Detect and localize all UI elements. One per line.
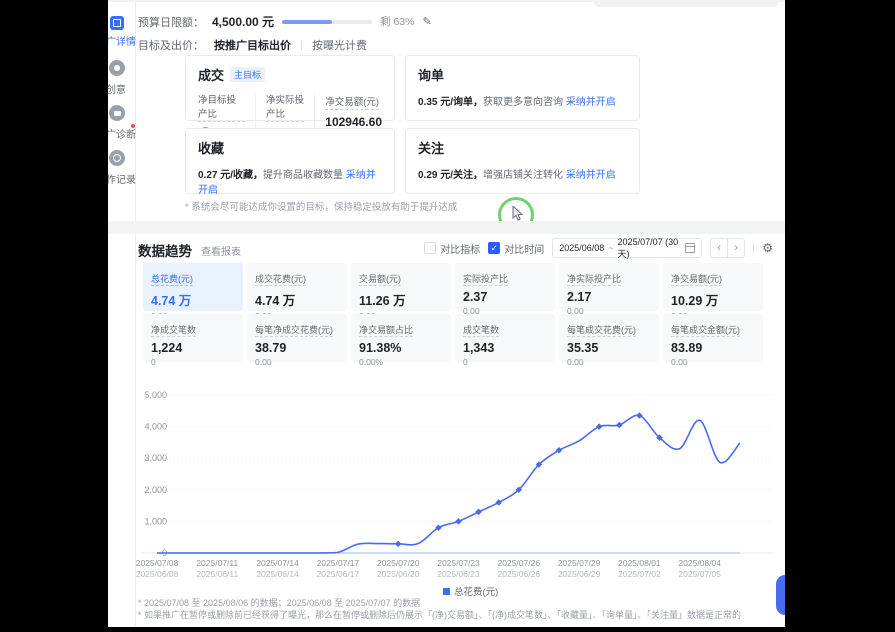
budget-progress-fill (282, 20, 332, 24)
checkbox-icon[interactable]: ✓ (488, 242, 500, 254)
goal-footnote: * 系统会尽可能达成你设置的目标，保持稳定投放有助于提升达成 (185, 199, 457, 213)
svg-text:2025/06/26: 2025/06/26 (498, 569, 541, 579)
metric-card-net-roi[interactable]: 净实际投产比2.170.00 (559, 263, 659, 311)
ad-detail-window: 推广详情 推广创意 推广诊断 操作记录 预算日限额： 4,500.00 元 剩 … (108, 0, 785, 627)
svg-text:2,000: 2,000 (144, 485, 167, 495)
sidebar: 推广详情 推广创意 推广诊断 操作记录 (108, 2, 136, 627)
adopt-enable-link[interactable]: 采纳并开启 (566, 97, 616, 108)
follow-card-title: 关注 (418, 138, 444, 157)
svg-text:2025/06/29: 2025/06/29 (558, 569, 601, 579)
sidebar-item-label: 推广创意 (108, 81, 126, 96)
compare-metric-checkbox[interactable]: ✓ 对比指标 (424, 241, 480, 256)
sidebar-item-label: 推广诊断 (108, 126, 136, 141)
svg-text:1,000: 1,000 (144, 516, 167, 526)
svg-text:2025/07/20: 2025/07/20 (377, 558, 420, 568)
goal-label: 目标及出价： (138, 37, 204, 53)
metric-card-net-gmv-ratio[interactable]: 净交易额占比91.38%0.00% (351, 314, 451, 362)
svg-text:2025/07/08: 2025/07/08 (136, 558, 179, 568)
svg-text:2025/07/23: 2025/07/23 (437, 558, 480, 568)
compare-time-checkbox[interactable]: ✓ 对比时间 (488, 241, 544, 256)
svg-text:总花费(元): 总花费(元) (454, 586, 498, 598)
svg-text:2025/06/20: 2025/06/20 (377, 569, 420, 579)
deal-card-title: 成交 (198, 65, 224, 84)
budget-remaining: 剩 63% (380, 14, 414, 29)
sidebar-item-label: 推广详情 (108, 33, 136, 48)
svg-text:2025/07/26: 2025/07/26 (498, 558, 541, 568)
tab-bid-by-impression[interactable]: 按曝光计费 (312, 37, 367, 53)
calendar-icon (685, 243, 695, 253)
goal-card-favorite: 收藏 0.27 元/收藏，提升商品收藏数量 采纳并开启 (185, 128, 395, 194)
metric-card-orders[interactable]: 成交笔数1,3430 (455, 314, 555, 362)
view-report-link[interactable]: 查看报表 (201, 243, 241, 258)
metric-row-1: 总花费(元)4.74 万0.00 成交花费(元)4.74 万0.00 交易额(元… (143, 263, 763, 311)
metric-card-net-orders[interactable]: 净成交笔数1,2240 (143, 314, 243, 362)
svg-text:2025/07/29: 2025/07/29 (558, 558, 601, 568)
next-period-button[interactable]: › (727, 239, 744, 257)
svg-text:2025/07/02: 2025/07/02 (618, 569, 661, 579)
svg-text:2025/07/17: 2025/07/17 (317, 558, 360, 568)
svg-text:2025/07/05: 2025/07/05 (678, 569, 721, 579)
camera-icon (109, 105, 125, 121)
checkbox-icon[interactable]: ✓ (424, 242, 436, 254)
metric-card-amount-per-order[interactable]: 每笔成交金额(元)83.890.00 (663, 314, 763, 362)
trend-section-title: 数据趋势 (138, 240, 192, 260)
sidebar-item-label: 操作记录 (108, 171, 136, 186)
tab-bid-by-goal[interactable]: 按推广目标出价 (214, 37, 291, 53)
goal-card-follow: 关注 0.29 元/关注，增强店铺关注转化 采纳并开启 (405, 128, 640, 194)
budget-label: 预算日限额： (138, 14, 204, 30)
date-range-picker[interactable]: 2025/06/08 ~ 2025/07/07 (30天) (552, 238, 702, 258)
metric-row-2: 净成交笔数1,2240 每笔净成交花费(元)38.790.00 净交易额占比91… (143, 314, 763, 362)
goal-card-inquiry: 询单 0.35 元/询单，获取更多意向咨询 采纳并开启 (405, 55, 640, 121)
daily-budget-row: 预算日限额： 4,500.00 元 剩 63% ✎ (138, 13, 432, 30)
clock-icon (109, 150, 125, 166)
adopt-enable-link[interactable]: 采纳并开启 (566, 170, 616, 181)
date-end: 2025/07/07 (30天) (618, 237, 682, 260)
inquiry-card-title: 询单 (418, 65, 444, 84)
chart-canvas: 01,0002,0003,0004,0005,0002025/07/082025… (133, 383, 778, 601)
favorite-card-title: 收藏 (198, 138, 224, 157)
gear-icon[interactable]: ⚙ (762, 241, 773, 255)
svg-text:2025/06/23: 2025/06/23 (437, 569, 480, 579)
date-nav: ‹ › (710, 238, 745, 258)
svg-text:2025/06/11: 2025/06/11 (196, 569, 238, 579)
section-divider (108, 221, 785, 234)
goal-card-deal: 成交 主目标 净目标投产比i 2.45 ✎ 净实际投产比 2.17 净交易额(元… (185, 55, 395, 121)
top-right-cut-panel (594, 0, 779, 7)
goal-bid-row: 目标及出价： 按推广目标出价 按曝光计费 (138, 37, 367, 53)
idea-icon (109, 60, 125, 76)
svg-text:2025/06/08: 2025/06/08 (136, 569, 179, 579)
budget-amount: 4,500.00 元 (212, 13, 274, 30)
svg-text:2025/06/14: 2025/06/14 (256, 569, 299, 579)
svg-text:2025/07/11: 2025/07/11 (196, 558, 238, 568)
date-separator: ~ (608, 243, 613, 253)
metric-card-net-gmv[interactable]: 净交易额(元)10.29 万0.00 (663, 263, 763, 311)
svg-text:2025/07/14: 2025/07/14 (256, 558, 299, 568)
detail-icon (110, 16, 124, 30)
primary-goal-badge: 主目标 (230, 67, 265, 82)
mouse-cursor-icon (512, 206, 524, 222)
metric-card-gmv[interactable]: 交易额(元)11.26 万0.00 (351, 263, 451, 311)
svg-text:4,000: 4,000 (144, 422, 167, 432)
notification-dot (131, 124, 135, 128)
prev-period-button[interactable]: ‹ (711, 239, 727, 257)
budget-progress-bar (282, 20, 372, 24)
metric-card-roi[interactable]: 实际投产比2.370.00 (455, 263, 555, 311)
controls-divider (753, 243, 754, 253)
svg-text:2025/08/01: 2025/08/01 (618, 558, 661, 568)
floating-side-button[interactable] (776, 575, 785, 615)
screen: 推广详情 推广创意 推广诊断 操作记录 预算日限额： 4,500.00 元 剩 … (0, 0, 895, 632)
svg-text:2025/08/04: 2025/08/04 (678, 558, 721, 568)
metric-card-cost-per-net-order[interactable]: 每笔净成交花费(元)38.790.00 (247, 314, 347, 362)
svg-text:5,000: 5,000 (144, 390, 167, 400)
tab-divider (301, 40, 302, 50)
edit-budget-icon[interactable]: ✎ (422, 15, 431, 28)
chart-footnote-2: * 如果推广在暂停或删除前已经获得了曝光，那么在暂停或删除后仍展示「(净)交易额… (138, 608, 741, 621)
trend-line-chart: 01,0002,0003,0004,0005,0002025/07/082025… (133, 383, 778, 601)
svg-text:3,000: 3,000 (144, 453, 167, 463)
metric-card-total-cost[interactable]: 总花费(元)4.74 万0.00 (143, 263, 243, 311)
date-start: 2025/06/08 (559, 243, 604, 253)
svg-text:2025/06/17: 2025/06/17 (317, 569, 360, 579)
metric-card-cost-per-order[interactable]: 每笔成交花费(元)35.350.00 (559, 314, 659, 362)
metric-card-deal-cost[interactable]: 成交花费(元)4.74 万0.00 (247, 263, 347, 311)
